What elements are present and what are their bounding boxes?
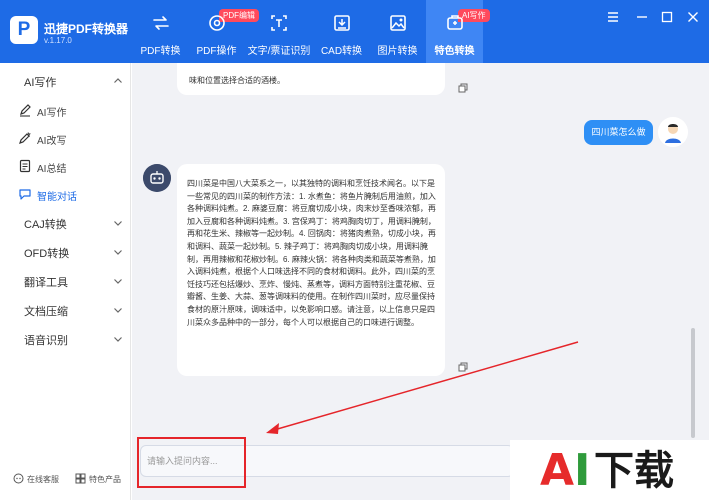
- tab-feature-convert[interactable]: AI写作 特色转换: [426, 0, 490, 63]
- grid-icon: [75, 473, 86, 484]
- tab-pdf-operations[interactable]: PDF编辑 PDF操作: [189, 0, 259, 63]
- sidebar-group-caj[interactable]: CAJ转换: [0, 207, 131, 239]
- user-message: 四川菜怎么做: [584, 120, 653, 145]
- sidebar: AI写作 AI写作 AI改写 AI总结 智能对话 CAJ转换 OFD转换 翻译工…: [0, 63, 131, 500]
- bot-message-previous: 味和位置选择合适的酒楼。: [177, 63, 445, 95]
- tab-label: PDF操作: [196, 46, 237, 57]
- chevron-down-icon: [114, 337, 122, 342]
- footer-label: 特色产品: [89, 475, 121, 484]
- tab-label: PDF转换: [140, 46, 181, 57]
- chat-scrollbar[interactable]: [691, 328, 695, 438]
- sidebar-group-speech[interactable]: 语音识别: [0, 323, 131, 355]
- app-header: P 迅捷PDF转换器 v.1.17.0 PDF转换 PDF编辑 PDF操作 文字…: [0, 0, 709, 63]
- sidebar-group-ai-writing[interactable]: AI写作: [0, 65, 131, 97]
- close-icon[interactable]: [685, 9, 701, 25]
- watermark-text: 下载: [594, 449, 674, 493]
- chevron-down-icon: [114, 221, 122, 226]
- watermark-letter-i: I: [574, 445, 591, 496]
- sidebar-item-ai-rewrite[interactable]: AI改写: [0, 124, 131, 152]
- tab-image-convert[interactable]: 图片转换: [370, 0, 425, 63]
- cad-icon: [333, 15, 350, 31]
- watermark-letter-a: A: [540, 445, 575, 496]
- pen-icon: [20, 104, 31, 117]
- sidebar-item-ai-summary[interactable]: AI总结: [0, 152, 131, 180]
- sidebar-item-label: AI改写: [37, 136, 67, 147]
- bot-avatar: [143, 164, 171, 192]
- edit-icon: [19, 132, 31, 144]
- chevron-down-icon: [114, 250, 122, 255]
- chat-icon: [19, 189, 31, 200]
- tab-cad-convert[interactable]: CAD转换: [314, 0, 369, 63]
- sidebar-group-translate[interactable]: 翻译工具: [0, 265, 131, 297]
- tab-label: 图片转换: [377, 46, 418, 57]
- chevron-up-icon: [114, 78, 122, 83]
- tab-label: 文字/票证识别: [247, 46, 311, 57]
- sidebar-item-smart-chat[interactable]: 智能对话: [0, 180, 131, 208]
- headset-icon: [13, 473, 24, 484]
- maximize-icon[interactable]: [659, 9, 675, 25]
- sidebar-item-label: AI写作: [37, 108, 67, 119]
- online-service-link[interactable]: 在线客服: [13, 472, 73, 486]
- tab-label: 特色转换: [434, 46, 475, 57]
- menu-icon[interactable]: [605, 9, 621, 25]
- sidebar-group-label: 翻译工具: [24, 277, 68, 289]
- tab-text-recognition[interactable]: 文字/票证识别: [245, 0, 313, 63]
- annotation-arrow: [266, 341, 579, 434]
- summary-icon: [19, 159, 31, 173]
- footer-label: 在线客服: [27, 475, 59, 484]
- app-name: 迅捷PDF转换器: [44, 22, 129, 36]
- swap-icon: [152, 16, 169, 30]
- image-icon: [389, 15, 406, 31]
- pdf-gear-icon: [208, 15, 225, 31]
- sidebar-item-label: 智能对话: [37, 192, 77, 203]
- message-text: 味和位置选择合适的酒楼。: [189, 76, 285, 85]
- message-text: 四川菜是中国八大菜系之一，以其独特的调料和烹饪技术闻名。以下是一些常见的四川菜的…: [187, 179, 436, 327]
- sidebar-group-label: CAJ转换: [24, 219, 67, 231]
- sidebar-group-ofd[interactable]: OFD转换: [0, 236, 131, 268]
- sidebar-group-label: AI写作: [24, 77, 57, 89]
- sidebar-item-label: AI总结: [37, 164, 67, 175]
- sidebar-group-label: 文档压缩: [24, 306, 68, 318]
- app-logo: P: [10, 16, 38, 44]
- chevron-down-icon: [114, 308, 122, 313]
- sidebar-item-ai-writing[interactable]: AI写作: [0, 96, 131, 124]
- tab-pdf-convert[interactable]: PDF转换: [133, 0, 188, 63]
- chevron-down-icon: [114, 279, 122, 284]
- copy-icon[interactable]: [458, 83, 468, 93]
- tab-label: CAD转换: [320, 46, 363, 57]
- sidebar-group-compress[interactable]: 文档压缩: [0, 294, 131, 326]
- app-version: v.1.17.0: [44, 36, 72, 45]
- user-avatar: [658, 117, 688, 147]
- featured-products-link[interactable]: 特色产品: [75, 472, 130, 486]
- sidebar-group-label: 语音识别: [24, 335, 68, 347]
- sidebar-group-label: OFD转换: [24, 248, 70, 260]
- watermark-logo: A I 下载: [510, 440, 709, 500]
- feature-icon: [446, 15, 463, 30]
- scan-text-icon: [271, 15, 287, 31]
- minimize-icon[interactable]: [634, 9, 650, 25]
- annotation-highlight-box: [137, 437, 246, 488]
